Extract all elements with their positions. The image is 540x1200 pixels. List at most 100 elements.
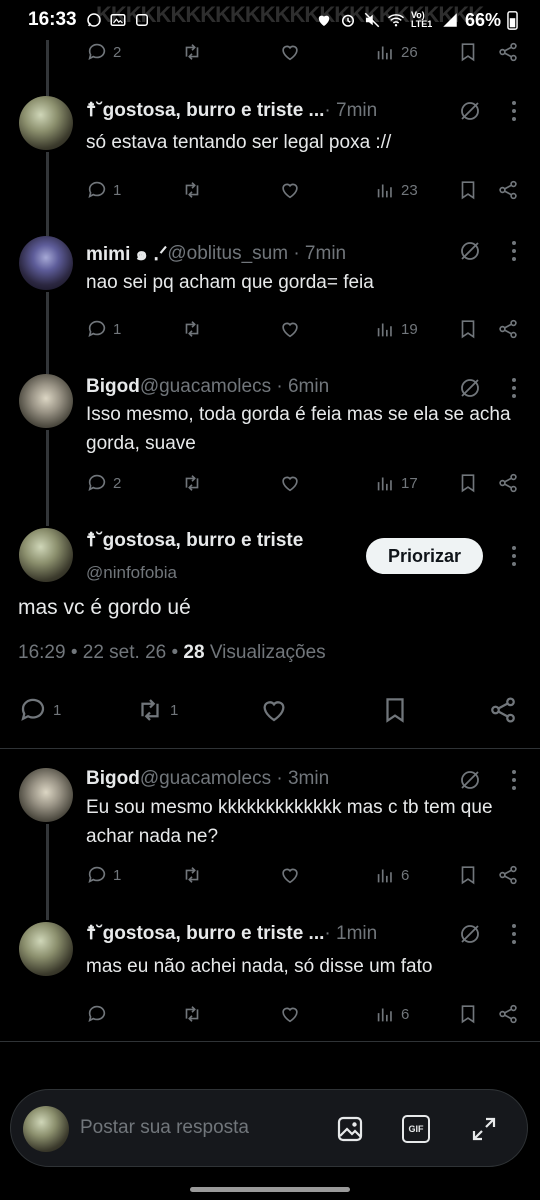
more-options-icon[interactable] [510, 544, 518, 568]
grok-icon[interactable] [458, 376, 482, 400]
share-button[interactable] [497, 41, 519, 63]
image-icon[interactable] [335, 1114, 365, 1144]
more-options-icon[interactable] [510, 376, 518, 400]
author-name[interactable]: ☨˘gostosa, burro e triste ... [86, 922, 324, 945]
bookmark-icon [461, 43, 475, 62]
square-icon [135, 14, 148, 26]
prioritize-button[interactable]: Priorizar [366, 538, 483, 574]
share-button[interactable] [497, 472, 519, 494]
gif-button[interactable]: GIF [402, 1115, 430, 1143]
retweet-button[interactable] [181, 41, 279, 63]
bookmark-icon [461, 1005, 475, 1024]
tweet-header: ☨˘gostosa, burro e triste ... · 1min [86, 922, 377, 945]
reply-icon [88, 474, 106, 491]
avatar[interactable] [19, 374, 73, 428]
grok-icon[interactable] [458, 99, 482, 123]
retweet-icon [185, 475, 199, 491]
retweet-button[interactable] [181, 318, 279, 340]
expand-icon[interactable] [469, 1114, 499, 1144]
retweet-icon [185, 1006, 199, 1022]
share-button[interactable] [488, 695, 518, 725]
reply-composer[interactable]: Postar sua resposta GIF [10, 1089, 528, 1167]
retweet-button[interactable]: 1 [135, 695, 259, 725]
avatar[interactable] [19, 528, 73, 582]
like-button[interactable] [279, 318, 374, 340]
avatar[interactable] [19, 236, 73, 290]
like-button[interactable] [279, 472, 374, 494]
status-notification-icons [85, 11, 151, 29]
more-options-icon[interactable] [510, 99, 518, 123]
signal-icon [443, 13, 457, 27]
grok-icon[interactable] [458, 922, 482, 946]
author-name[interactable]: ☨˘gostosa, burro e triste [86, 529, 303, 552]
reply-button[interactable]: 1 [18, 695, 135, 725]
more-options-icon[interactable] [510, 239, 518, 263]
network-label: Vo) LTE1 [410, 10, 433, 29]
retweet-button[interactable] [181, 1003, 279, 1025]
views-button[interactable]: 6 [374, 864, 457, 886]
grok-icon[interactable] [458, 239, 482, 263]
bookmark-button[interactable] [457, 318, 497, 340]
tweet-text: mas eu não achei nada, só disse um fato [86, 956, 433, 977]
views-count: 17 [401, 474, 418, 492]
reply-count: 1 [113, 866, 122, 884]
bookmark-button[interactable] [457, 179, 497, 201]
author-name[interactable]: Bigod [86, 376, 140, 398]
like-button[interactable] [279, 179, 374, 201]
author-handle[interactable]: @ninfofobia [86, 563, 177, 583]
bookmark-button[interactable] [457, 1003, 497, 1025]
heart-icon [282, 45, 298, 61]
reply-button[interactable]: 1 [86, 864, 181, 886]
reply-button[interactable]: 1 [86, 179, 181, 201]
wifi-icon [387, 14, 404, 27]
home-indicator[interactable] [190, 1187, 350, 1192]
views-button[interactable]: 19 [374, 318, 457, 340]
like-button[interactable] [279, 1003, 374, 1025]
bookmark-button[interactable] [457, 864, 497, 886]
views-label: Visualizações [204, 642, 326, 663]
like-button[interactable] [279, 41, 374, 63]
retweet-button[interactable] [181, 472, 279, 494]
tweet-header: Bigod @guacamolecs · 3min [86, 768, 329, 790]
retweet-button[interactable] [181, 864, 279, 886]
heart-icon [282, 868, 298, 884]
share-button[interactable] [497, 179, 519, 201]
author-name[interactable]: Bigod [86, 768, 140, 790]
share-button[interactable] [497, 318, 519, 340]
author-name[interactable]: ☨˘gostosa, burro e triste ... [86, 99, 324, 122]
avatar[interactable] [19, 96, 73, 150]
bookmark-button[interactable] [457, 41, 497, 63]
reply-button[interactable]: 2 [86, 41, 181, 63]
tweet-time[interactable]: 16:29 • 22 set. 26 • [18, 642, 183, 663]
status-time: 16:33 [28, 9, 77, 30]
bookmark-button[interactable] [457, 472, 497, 494]
reply-icon [88, 320, 106, 337]
reply-button[interactable] [86, 1003, 181, 1025]
views-button[interactable]: 17 [374, 472, 457, 494]
reply-button[interactable]: 1 [86, 318, 181, 340]
reply-icon [88, 181, 106, 198]
bookmark-icon [461, 320, 475, 339]
avatar[interactable] [19, 922, 73, 976]
reply-input-placeholder[interactable]: Postar sua resposta [80, 1117, 249, 1139]
avatar[interactable] [19, 768, 73, 822]
retweet-icon [141, 699, 159, 721]
share-button[interactable] [497, 1003, 519, 1025]
like-button[interactable] [259, 695, 380, 725]
more-options-icon[interactable] [510, 922, 518, 946]
bookmark-icon [461, 474, 475, 493]
tweet-actions: 1 23 [86, 177, 524, 203]
grok-icon[interactable] [458, 768, 482, 792]
views-button[interactable]: 23 [374, 179, 457, 201]
share-button[interactable] [497, 864, 519, 886]
views-button[interactable]: 26 [374, 41, 457, 63]
more-options-icon[interactable] [510, 768, 518, 792]
bookmark-button[interactable] [380, 695, 488, 725]
author-name[interactable]: mimi ๑ ․ᐟ [86, 239, 167, 269]
tweet-text: nao sei pq acham que gorda= feia [86, 272, 374, 293]
views-button[interactable]: 6 [374, 1003, 457, 1025]
like-button[interactable] [279, 864, 374, 886]
tweet-timestamp: 16:29 • 22 set. 26 • 28 Visualizações [18, 642, 326, 664]
retweet-button[interactable] [181, 179, 279, 201]
reply-button[interactable]: 2 [86, 472, 181, 494]
